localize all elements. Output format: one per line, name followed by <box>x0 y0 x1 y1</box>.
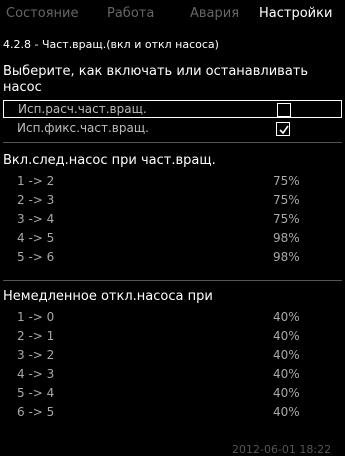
setting-row[interactable]: 3 -> 4 75% <box>3 211 342 229</box>
pump-transition: 3 -> 4 <box>17 212 55 226</box>
menu-path-title: 4.2.8 - Част.вращ.(вкл и откл насоса) <box>3 38 219 51</box>
option-label: Исп.расч.част.вращ. <box>18 102 147 116</box>
setting-row[interactable]: 4 -> 5 98% <box>3 230 342 248</box>
speed-percent: 98% <box>273 231 300 245</box>
controller-screen: Состояние Работа Авария Настройки 4.2.8 … <box>0 0 345 456</box>
option-label: Исп.фикс.част.вращ. <box>17 121 149 135</box>
speed-percent: 40% <box>273 386 300 400</box>
pump-transition: 5 -> 4 <box>17 386 55 400</box>
speed-percent: 75% <box>273 212 300 226</box>
pump-transition: 1 -> 0 <box>17 310 55 324</box>
setting-row[interactable]: 2 -> 1 40% <box>3 328 342 346</box>
setting-row[interactable]: 4 -> 3 40% <box>3 366 342 384</box>
speed-percent: 40% <box>273 405 300 419</box>
tab-settings[interactable]: Настройки <box>259 6 332 21</box>
pump-transition: 5 -> 6 <box>17 250 55 264</box>
setting-row[interactable]: 5 -> 6 98% <box>3 249 342 267</box>
speed-percent: 40% <box>273 310 300 324</box>
tab-bar: Состояние Работа Авария Настройки <box>3 6 345 28</box>
timestamp: 2012-06-01 18:22 <box>232 443 332 456</box>
setting-row[interactable]: 2 -> 3 75% <box>3 192 342 210</box>
option-fixed-speed[interactable]: Исп.фикс.част.вращ. <box>3 120 342 138</box>
setting-row[interactable]: 1 -> 0 40% <box>3 309 342 327</box>
divider <box>3 280 342 281</box>
pump-transition: 3 -> 2 <box>17 348 55 362</box>
tab-status[interactable]: Состояние <box>6 6 78 21</box>
option-calculated-speed[interactable]: Исп.расч.част.вращ. <box>3 100 342 118</box>
divider <box>3 142 342 143</box>
instruction-text: Выберите, как включать или останавливать… <box>3 64 309 95</box>
section-title-start-next-pump: Вкл.след.насос при част.вращ. <box>3 153 216 168</box>
speed-percent: 75% <box>273 193 300 207</box>
setting-row[interactable]: 6 -> 5 40% <box>3 404 342 422</box>
pump-transition: 4 -> 3 <box>17 367 55 381</box>
pump-transition: 1 -> 2 <box>17 174 55 188</box>
pump-transition: 2 -> 1 <box>17 329 55 343</box>
speed-percent: 98% <box>273 250 300 264</box>
setting-row[interactable]: 5 -> 4 40% <box>3 385 342 403</box>
checkbox[interactable] <box>277 103 291 117</box>
setting-row[interactable]: 1 -> 2 75% <box>3 173 342 191</box>
section-title-immediate-stop: Немедленное откл.насоса при <box>3 289 213 304</box>
speed-percent: 40% <box>273 329 300 343</box>
pump-transition: 6 -> 5 <box>17 405 55 419</box>
checkmark-icon <box>279 125 289 135</box>
setting-row[interactable]: 3 -> 2 40% <box>3 347 342 365</box>
pump-transition: 2 -> 3 <box>17 193 55 207</box>
speed-percent: 75% <box>273 174 300 188</box>
speed-percent: 40% <box>273 348 300 362</box>
speed-percent: 40% <box>273 367 300 381</box>
checkbox[interactable] <box>276 122 290 136</box>
tab-alarm[interactable]: Авария <box>190 6 239 21</box>
tab-operation[interactable]: Работа <box>107 6 154 21</box>
pump-transition: 4 -> 5 <box>17 231 55 245</box>
